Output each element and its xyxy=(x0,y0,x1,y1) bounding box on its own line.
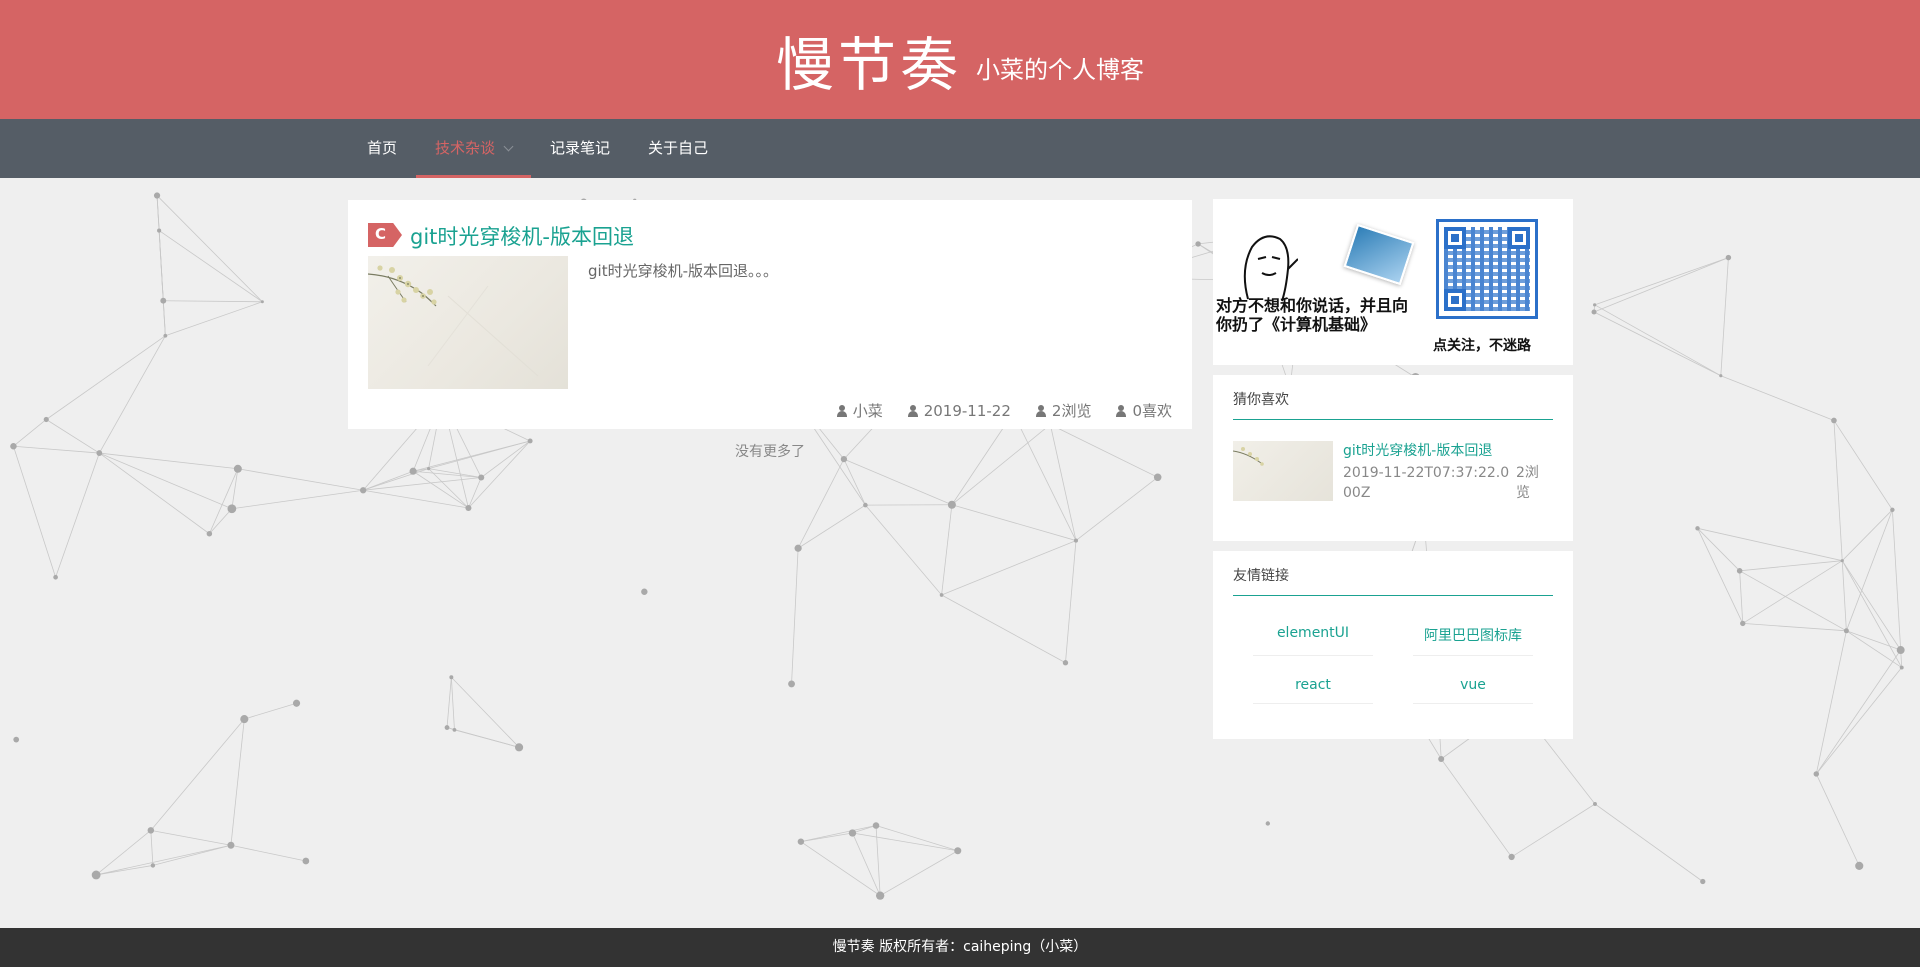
date-meta: 2019-11-22 xyxy=(907,400,1011,421)
ad-caption-left: 对方不想和你说话，并且向你扔了《计算机基础》 xyxy=(1216,296,1409,334)
nav-item-notes[interactable]: 记录笔记 xyxy=(531,119,629,178)
category-badge: C xyxy=(368,223,402,247)
widget-title: 友情链接 xyxy=(1233,568,1289,584)
nav-item-about[interactable]: 关于自己 xyxy=(629,119,727,178)
friend-link-elementui[interactable]: elementUI xyxy=(1253,619,1373,656)
no-more-text: 没有更多了 xyxy=(735,444,805,460)
qr-code-image xyxy=(1436,219,1538,319)
post-meta: 小菜 2019-11-22 2浏览 0喜欢 xyxy=(836,400,1172,421)
author-meta: 小菜 xyxy=(836,400,883,421)
like-item-title[interactable]: git时光穿梭机-版本回退 xyxy=(1343,440,1492,460)
chevron-down-icon xyxy=(503,141,514,152)
site-subtitle: 小菜的个人博客 xyxy=(976,56,1144,84)
post-thumbnail[interactable] xyxy=(368,256,568,389)
ad-banner[interactable]: 对方不想和你说话，并且向你扔了《计算机基础》 点关注，不迷路 xyxy=(1213,199,1573,365)
site-title: 慢节奏 xyxy=(775,30,962,99)
user-icon xyxy=(1035,404,1047,417)
post-card: C git时光穿梭机-版本回退 git时光穿梭机-版本回退。。。 小菜 2019… xyxy=(348,200,1192,429)
likes-meta: 0喜欢 xyxy=(1115,400,1172,421)
nav-item-home[interactable]: 首页 xyxy=(348,119,416,178)
post-title[interactable]: git时光穿梭机-版本回退 xyxy=(410,221,634,251)
friend-link-react[interactable]: react xyxy=(1253,671,1373,704)
site-footer: 慢节奏 版权所有者：caiheping（小菜） xyxy=(0,928,1920,967)
friend-links-widget: 友情链接 elementUI 阿里巴巴图标库 react vue xyxy=(1213,551,1573,739)
divider xyxy=(1233,419,1553,420)
user-icon xyxy=(907,404,919,417)
main-nav: 首页 技术杂谈 记录笔记 关于自己 xyxy=(0,119,1920,178)
like-item-date: 2019-11-22T07:37:22.000Z xyxy=(1343,465,1510,501)
friend-link-vue[interactable]: vue xyxy=(1413,671,1533,704)
friend-links-list: elementUI 阿里巴巴图标库 react vue xyxy=(1253,619,1533,704)
like-item-thumbnail[interactable] xyxy=(1232,441,1333,501)
friend-link-iconfont[interactable]: 阿里巴巴图标库 xyxy=(1413,619,1533,656)
divider xyxy=(1233,595,1553,596)
widget-title: 猜你喜欢 xyxy=(1233,392,1289,408)
meme-face-illustration xyxy=(1243,235,1298,302)
flower-illustration xyxy=(1232,447,1264,466)
like-item-views: 2浏览 xyxy=(1516,465,1539,501)
guess-you-like-widget: 猜你喜欢 git时光穿梭机-版本回退 2019-11-22T07:37:22.0… xyxy=(1213,375,1573,541)
nav-item-tech[interactable]: 技术杂谈 xyxy=(416,119,532,178)
user-icon xyxy=(836,404,848,417)
site-header: 慢节奏 小菜的个人博客 xyxy=(0,0,1920,119)
book-illustration xyxy=(1343,223,1415,286)
flower-illustration xyxy=(368,265,539,377)
post-excerpt: git时光穿梭机-版本回退。。。 xyxy=(588,262,778,280)
views-meta: 2浏览 xyxy=(1035,400,1091,421)
ad-caption-right: 点关注，不迷路 xyxy=(1433,338,1531,354)
user-icon xyxy=(1115,404,1127,417)
